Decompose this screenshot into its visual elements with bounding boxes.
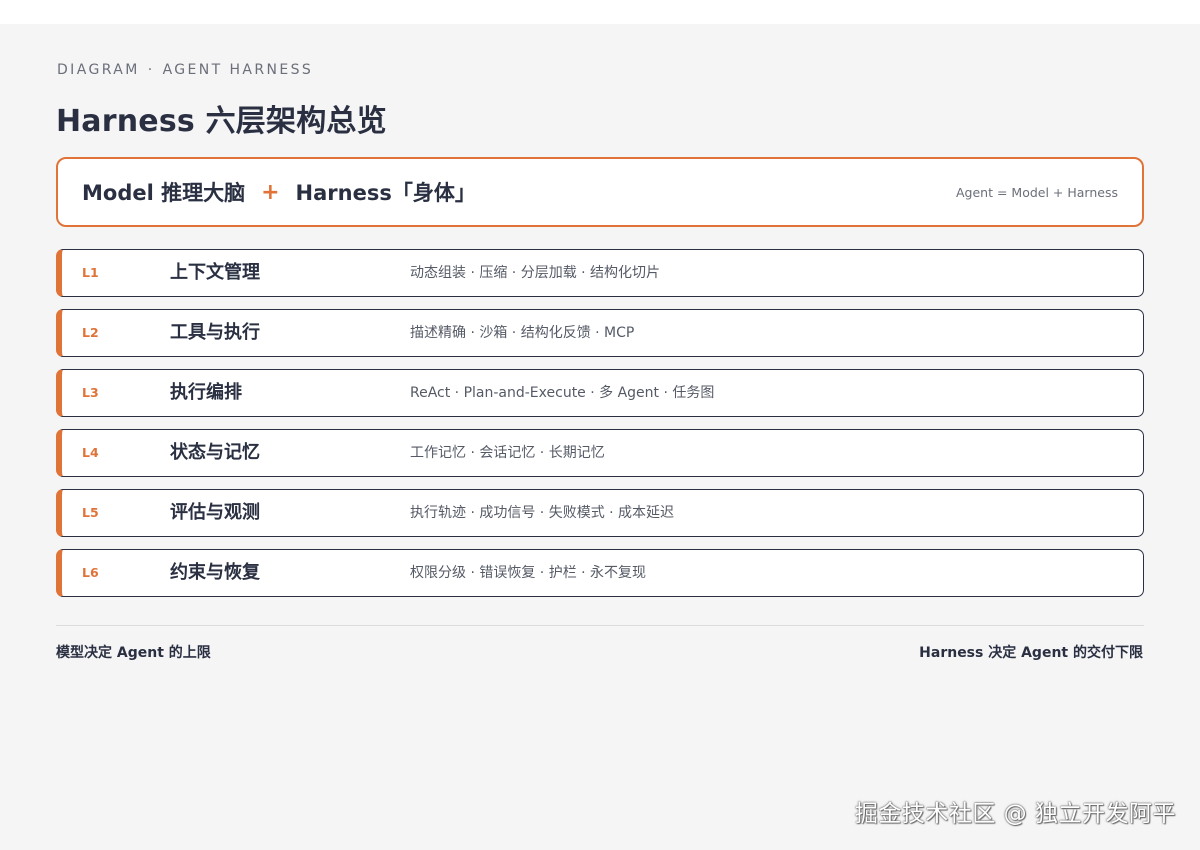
eyebrow-separator: · <box>147 62 155 78</box>
watermark: 掘金技术社区 @ 独立开发阿平 <box>854 801 1176 827</box>
layer-row: L4 状态与记忆 工作记忆 · 会话记忆 · 长期记忆 <box>56 429 1144 477</box>
hero-harness-label: Harness「身体」 <box>295 181 476 205</box>
eyebrow-topic: AGENT HARNESS <box>162 62 314 78</box>
layer-row: L6 约束与恢复 权限分级 · 错误恢复 · 护栏 · 永不复现 <box>56 549 1144 597</box>
layer-name: 执行编排 <box>170 382 242 403</box>
layer-row: L5 评估与观测 执行轨迹 · 成功信号 · 失败模式 · 成本延迟 <box>56 489 1144 537</box>
layer-code: L6 <box>82 565 99 580</box>
diagram-canvas: DIAGRAM · AGENT HARNESS Harness 六层架构总览 Mod… <box>0 24 1200 850</box>
layer-name: 状态与记忆 <box>170 442 260 463</box>
plus-icon: + <box>261 179 280 205</box>
footer-divider <box>56 625 1144 626</box>
footer-upper-bound-note: 模型决定 Agent 的上限 <box>56 645 211 661</box>
layer-code: L2 <box>82 325 99 340</box>
layer-row: L2 工具与执行 描述精确 · 沙箱 · 结构化反馈 · MCP <box>56 309 1144 357</box>
layer-row: L3 执行编排 ReAct · Plan-and-Execute · 多 Age… <box>56 369 1144 417</box>
eyebrow-label: DIAGRAM <box>57 62 140 78</box>
eyebrow: DIAGRAM · AGENT HARNESS <box>57 62 313 78</box>
layer-name: 上下文管理 <box>170 262 260 283</box>
layer-name: 评估与观测 <box>170 502 260 523</box>
layer-code: L3 <box>82 385 99 400</box>
hero-formula: Agent = Model + Harness <box>956 184 1118 200</box>
layer-row: L1 上下文管理 动态组装 · 压缩 · 分层加载 · 结构化切片 <box>56 249 1144 297</box>
layer-description: 描述精确 · 沙箱 · 结构化反馈 · MCP <box>410 325 635 341</box>
layer-description: 动态组装 · 压缩 · 分层加载 · 结构化切片 <box>410 265 661 281</box>
layer-description: 工作记忆 · 会话记忆 · 长期记忆 <box>410 445 605 461</box>
layer-code: L5 <box>82 505 99 520</box>
page-title: Harness 六层架构总览 <box>56 104 387 139</box>
layer-name: 工具与执行 <box>170 322 260 343</box>
footer-lower-bound-note: Harness 决定 Agent 的交付下限 <box>919 645 1143 661</box>
layer-name: 约束与恢复 <box>170 562 260 583</box>
layer-stack: L1 上下文管理 动态组装 · 压缩 · 分层加载 · 结构化切片 L2 工具与… <box>56 249 1144 609</box>
hero-banner: Model 推理大脑 + Harness「身体」 Agent = Model +… <box>56 157 1144 227</box>
layer-code: L4 <box>82 445 99 460</box>
hero-model-label: Model 推理大脑 <box>82 181 246 205</box>
layer-description: 执行轨迹 · 成功信号 · 失败模式 · 成本延迟 <box>410 505 675 521</box>
layer-description: 权限分级 · 错误恢复 · 护栏 · 永不复现 <box>410 565 647 581</box>
layer-description: ReAct · Plan-and-Execute · 多 Agent · 任务图 <box>410 385 715 401</box>
hero-equation: Model 推理大脑 + Harness「身体」 <box>82 159 476 225</box>
layer-code: L1 <box>82 265 99 280</box>
